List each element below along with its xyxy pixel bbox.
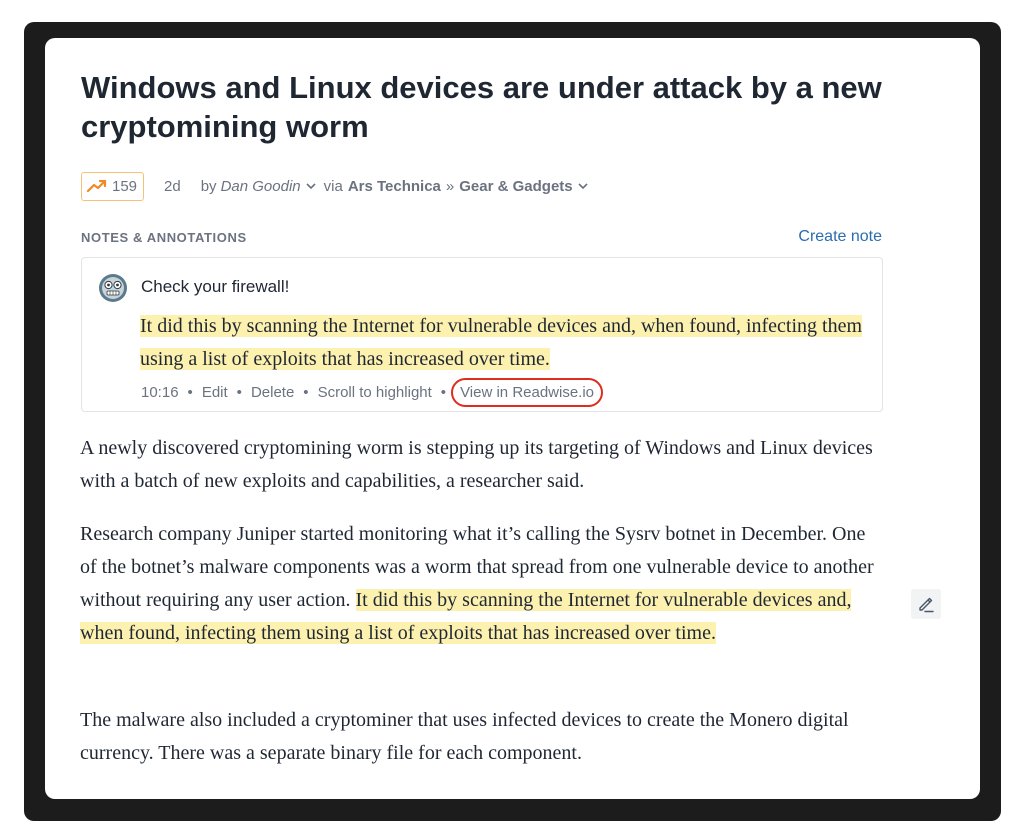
separator-dot: •: [303, 384, 309, 401]
separator-dot: •: [187, 384, 193, 401]
note-card: Check your firewall! It did this by scan…: [81, 257, 883, 412]
view-in-readwise-link[interactable]: View in Readwise.io: [451, 378, 604, 407]
trend-badge[interactable]: 159: [81, 171, 145, 201]
article-age: 2d: [164, 177, 181, 195]
avatar: [99, 274, 127, 302]
annotate-button[interactable]: [911, 589, 941, 619]
source-name[interactable]: Ars Technica: [348, 178, 441, 195]
breadcrumb-separator: »: [445, 177, 455, 195]
chevron-down-icon[interactable]: [306, 182, 316, 190]
note-actions: 10:16 • Edit • Delete • Scroll to highli…: [141, 378, 604, 407]
article-paragraph: A newly discovered cryptomining worm is …: [80, 437, 873, 492]
edit-link[interactable]: Edit: [202, 384, 228, 401]
by-label: by: [200, 177, 217, 195]
article-card: Windows and Linux devices are under atta…: [45, 38, 980, 799]
article-paragraph: The malware also included a cryptominer …: [80, 709, 849, 764]
section-name[interactable]: Gear & Gadgets: [459, 178, 572, 195]
article-meta: 159 2d by Dan Goodin via Ars Technica » …: [81, 171, 588, 201]
chevron-down-icon[interactable]: [578, 182, 588, 190]
via-label: via: [323, 177, 343, 195]
separator-dot: •: [236, 384, 242, 401]
note-highlight: It did this by scanning the Internet for…: [140, 310, 870, 376]
highlighter-icon: [919, 597, 934, 613]
separator-dot: •: [440, 384, 447, 401]
scroll-to-highlight-link[interactable]: Scroll to highlight: [318, 384, 432, 401]
trending-up-icon: [87, 180, 107, 192]
article-paragraph: Research company Juniper started monitor…: [80, 518, 885, 650]
note-time: 10:16: [141, 384, 179, 401]
notes-section-label: NOTES & ANNOTATIONS: [81, 230, 247, 245]
note-text: Check your firewall!: [141, 277, 290, 296]
delete-link[interactable]: Delete: [251, 384, 294, 401]
trend-count: 159: [112, 177, 138, 195]
note-highlight-text: It did this by scanning the Internet for…: [140, 315, 863, 370]
create-note-link[interactable]: Create note: [798, 228, 882, 246]
author-name[interactable]: Dan Goodin: [221, 178, 301, 195]
article-title: Windows and Linux devices are under atta…: [81, 70, 882, 144]
